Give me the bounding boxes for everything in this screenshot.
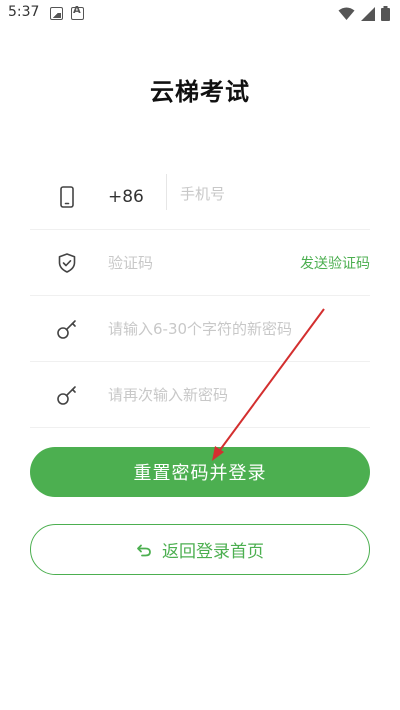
confirm-password-row — [30, 362, 370, 428]
new-password-row — [30, 296, 370, 362]
country-code-selector[interactable]: +86 — [108, 187, 144, 207]
status-time: 5:37 — [8, 4, 40, 20]
back-to-login-label: 返回登录首页 — [162, 542, 264, 562]
image-icon — [50, 7, 63, 20]
verification-code-input[interactable] — [108, 253, 268, 272]
battery-icon — [381, 6, 390, 21]
signal-icon — [361, 6, 375, 21]
phone-icon — [56, 185, 78, 208]
country-code-divider — [166, 174, 167, 210]
wifi-icon — [338, 7, 355, 20]
key-icon — [56, 318, 78, 340]
confirm-password-input[interactable] — [108, 385, 363, 404]
shield-check-icon — [56, 252, 78, 274]
phone-row: +86 — [30, 164, 370, 230]
status-bar: 5:37 — [0, 0, 400, 28]
verification-code-row: 发送验证码 — [30, 230, 370, 296]
font-icon — [71, 5, 84, 20]
reset-password-login-button[interactable]: 重置密码并登录 — [30, 447, 370, 497]
phone-number-input[interactable] — [180, 185, 360, 203]
system-status — [338, 6, 390, 21]
send-code-button[interactable]: 发送验证码 — [300, 253, 370, 273]
new-password-input[interactable] — [108, 319, 363, 338]
key-icon — [56, 384, 78, 406]
back-to-login-button[interactable]: 返回登录首页 — [30, 524, 370, 575]
undo-icon — [137, 544, 151, 556]
app-title: 云梯考试 — [150, 78, 250, 106]
